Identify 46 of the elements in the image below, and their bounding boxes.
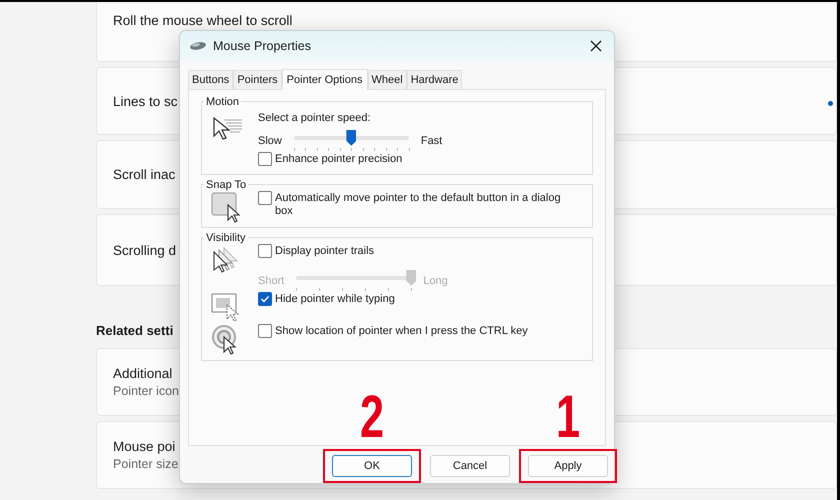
tab[interactable]: Pointer Options — [282, 68, 368, 90]
slider-min-label: Slow — [258, 134, 282, 147]
step-number: 1 — [556, 389, 580, 445]
checkbox[interactable] — [258, 152, 272, 166]
tab[interactable]: Wheel — [368, 70, 407, 89]
setting-label: Lines to sc — [113, 94, 178, 108]
setting-label: Scrolling d — [113, 242, 176, 258]
checkbox[interactable] — [258, 292, 272, 306]
tab[interactable]: Pointers — [233, 70, 282, 89]
setting-description: Pointer icon — [113, 384, 180, 398]
slider-min-label: Short — [258, 274, 284, 287]
dialog-button[interactable]: Apply — [528, 455, 608, 477]
group-label: Snap To — [205, 178, 248, 191]
checkbox-label: Hide pointer while typing — [275, 292, 395, 306]
group-label: Motion — [205, 96, 240, 108]
setting-label: Roll the mouse wheel to scroll — [113, 13, 292, 28]
checkbox-label: Automatically move pointer to the default button in a dialog box — [275, 190, 562, 218]
dialog-button[interactable]: OK — [332, 455, 412, 477]
slider[interactable] — [294, 130, 409, 152]
checkbox[interactable] — [258, 190, 272, 205]
setting-label: Additional — [113, 366, 174, 381]
slider-max-label: Fast — [420, 134, 442, 147]
checkbox-label: Enhance pointer precision — [275, 152, 402, 166]
checkbox[interactable] — [258, 324, 272, 338]
checkbox[interactable] — [258, 244, 272, 258]
slider-thumb[interactable] — [828, 101, 833, 106]
check-icon — [260, 294, 270, 304]
mouse-icon — [189, 40, 207, 51]
tab[interactable]: Hardware — [406, 70, 462, 89]
dialog-button[interactable]: Cancel — [430, 455, 510, 477]
slider-thumb[interactable] — [346, 130, 356, 146]
setting-label: Mouse poi — [113, 439, 176, 454]
window-title: Mouse Properties — [213, 38, 312, 53]
slider-max-label: Long — [423, 274, 448, 287]
hidden-pointer-icon — [210, 292, 242, 324]
checkbox-label: Show location of pointer when I press the CTRL key — [275, 324, 528, 338]
group-label: Visibility — [205, 232, 247, 244]
close-icon — [590, 40, 602, 52]
step-number: 2 — [360, 389, 384, 445]
slider-caption: Select a pointer speed: — [258, 112, 372, 124]
section-heading: Related setti — [96, 323, 174, 338]
setting-label: Scroll inac — [113, 167, 176, 182]
tab[interactable]: Buttons — [188, 70, 234, 89]
checkbox-label: Display pointer trails — [275, 244, 374, 258]
pointer-snap-icon — [210, 190, 242, 223]
setting-description: Pointer size — [113, 457, 178, 471]
